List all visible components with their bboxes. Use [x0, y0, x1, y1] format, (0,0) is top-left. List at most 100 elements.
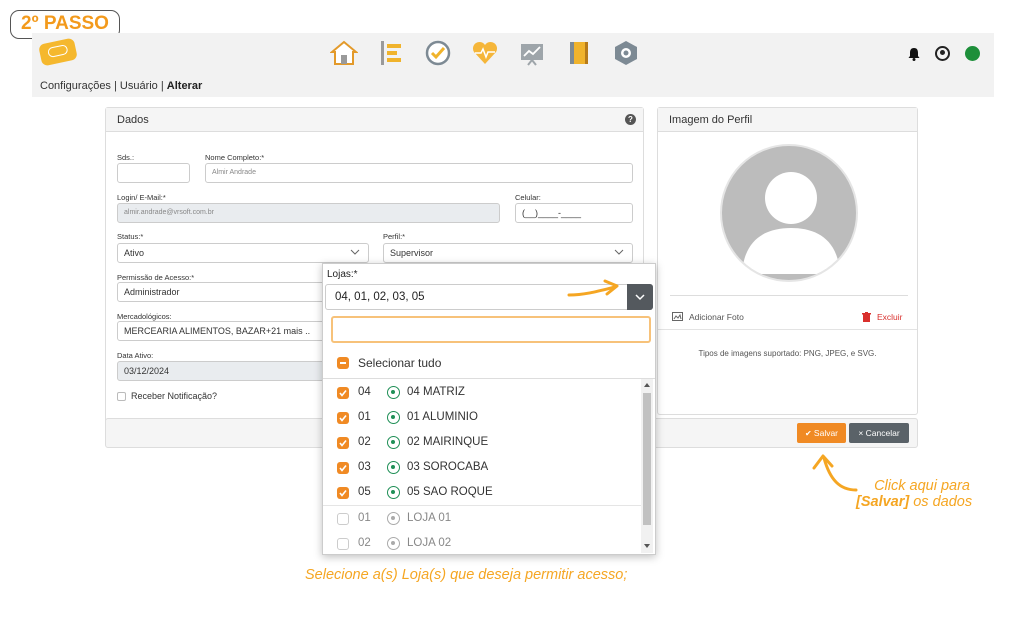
list-icon[interactable]	[377, 39, 405, 67]
save-annotation-bold: [Salvar]	[856, 494, 910, 510]
status-select[interactable]: Ativo	[117, 243, 369, 263]
scroll-down-icon[interactable]	[644, 544, 650, 548]
divider	[658, 329, 917, 330]
add-photo-button[interactable]: Adicionar Foto	[689, 312, 744, 322]
save-label: Salvar	[813, 428, 839, 438]
loja-option[interactable]: 04 04 MATRIZ	[337, 384, 637, 402]
lojas-selected-value: 04, 01, 02, 03, 05	[335, 291, 425, 303]
avatar-placeholder	[720, 144, 858, 282]
annotation-arrow-icon	[567, 279, 619, 297]
close-icon: ×	[858, 428, 866, 438]
online-status-dot	[965, 46, 980, 61]
save-annotation-line2: [Salvar] os dados	[856, 494, 972, 510]
chevron-down-icon	[350, 249, 360, 255]
image-types-hint: Tipos de imagens suportado: PNG, JPEG, e…	[698, 349, 877, 358]
checkbox-unchecked-icon[interactable]	[337, 513, 349, 525]
radio-default-icon[interactable]	[387, 512, 400, 525]
login-label: Login/ E-Mail:*	[117, 193, 166, 202]
divider	[323, 505, 641, 506]
sds-label: Sds.:	[117, 153, 135, 162]
chart-board-icon[interactable]	[518, 39, 546, 67]
cancel-label: Cancelar	[865, 428, 900, 438]
perfil-imagem-title: Imagem do Perfil	[658, 108, 917, 132]
image-add-icon	[672, 312, 683, 321]
radio-default-icon[interactable]	[387, 386, 400, 399]
radio-default-icon[interactable]	[387, 461, 400, 474]
save-button[interactable]: ✔ Salvar	[797, 423, 846, 443]
mercadologicos-label: Mercadológicos:	[117, 312, 172, 321]
celular-field[interactable]: (__)____-____	[515, 203, 633, 223]
loja-option[interactable]: 03 03 SOROCABA	[337, 459, 637, 477]
heart-pulse-icon[interactable]	[471, 39, 499, 67]
lojas-toggle-button[interactable]	[627, 284, 653, 310]
lojas-annotation: Selecione a(s) Loja(s) que deseja permit…	[305, 567, 628, 583]
avatar-icon	[742, 172, 840, 274]
breadcrumb: Configurações | Usuário | Alterar	[40, 80, 202, 92]
checkbox-checked-icon[interactable]	[337, 412, 349, 424]
divider	[670, 295, 908, 296]
loja-option[interactable]: 01 01 ALUMINIO	[337, 409, 637, 427]
help-icon[interactable]: ?	[625, 114, 636, 125]
user-area	[900, 45, 980, 65]
notebook-icon[interactable]	[565, 39, 593, 67]
home-icon[interactable]	[330, 39, 358, 67]
mercadologicos-select[interactable]: MERCEARIA ALIMENTOS, BAZAR+21 mais ..	[117, 321, 327, 341]
hexagon-gear-icon[interactable]	[612, 39, 640, 67]
checkbox-checked-icon[interactable]	[337, 437, 349, 449]
permissao-select[interactable]: Administrador	[117, 282, 327, 302]
sds-field[interactable]	[117, 163, 190, 183]
radio-default-icon[interactable]	[387, 537, 400, 550]
breadcrumb-current: Alterar	[166, 80, 203, 92]
chevron-down-icon	[614, 249, 624, 255]
scroll-thumb[interactable]	[643, 393, 651, 525]
radio-default-icon[interactable]	[387, 411, 400, 424]
radio-default-icon[interactable]	[387, 436, 400, 449]
dropdown-scrollbar[interactable]	[641, 379, 653, 553]
lojas-search-input[interactable]	[331, 316, 651, 343]
checkbox-checked-icon[interactable]	[337, 387, 349, 399]
loja-code: 02	[358, 537, 371, 549]
nome-field[interactable]: Almir Andrade	[205, 163, 633, 183]
loja-name: 04 MATRIZ	[407, 386, 465, 398]
scroll-up-icon[interactable]	[644, 383, 650, 387]
checkbox-checked-icon[interactable]	[337, 487, 349, 499]
chevron-down-icon	[635, 294, 645, 301]
cancel-button[interactable]: × Cancelar	[849, 423, 909, 443]
permissao-label: Permissão de Acesso:*	[117, 273, 195, 282]
perfil-select[interactable]: Supervisor	[383, 243, 633, 263]
status-label: Status:*	[117, 232, 144, 241]
nome-label: Nome Completo:*	[205, 153, 265, 162]
bell-icon[interactable]	[908, 47, 920, 61]
loja-code: 03	[358, 461, 371, 473]
loja-code: 04	[358, 386, 371, 398]
save-annotation-line1: Click aqui para	[874, 478, 970, 494]
user-circle-icon[interactable]	[935, 46, 950, 61]
select-all-label: Selecionar tudo	[358, 356, 442, 370]
delete-photo-button[interactable]: Excluir	[877, 312, 903, 322]
trash-icon[interactable]	[862, 312, 871, 322]
lojas-label: Lojas:*	[327, 269, 358, 280]
loja-name: 02 MAIRINQUE	[407, 436, 489, 448]
save-annotation-rest: os dados	[909, 494, 973, 510]
loja-code: 01	[358, 512, 371, 524]
data-ativo-label: Data Ativo:	[117, 351, 154, 360]
perfil-imagem-card: Imagem do Perfil Adicionar Foto Excluir …	[657, 107, 918, 415]
loja-option[interactable]: 05 05 SAO ROQUE	[337, 484, 637, 502]
dados-title: Dados	[106, 108, 643, 132]
loja-name: LOJA 01	[407, 512, 452, 524]
checkbox-unchecked-icon[interactable]	[337, 538, 349, 550]
loja-option[interactable]: 02 LOJA 02	[337, 535, 637, 553]
radio-default-icon[interactable]	[387, 486, 400, 499]
app-logo[interactable]	[38, 37, 78, 67]
loja-code: 02	[358, 436, 371, 448]
notificacao-checkbox[interactable]	[117, 392, 126, 401]
checkbox-checked-icon[interactable]	[337, 462, 349, 474]
loja-name: 05 SAO ROQUE	[407, 486, 493, 498]
loja-option[interactable]: 01 LOJA 01	[337, 510, 637, 528]
check-circle-icon[interactable]	[424, 39, 452, 67]
annotation-arrow-icon	[812, 454, 858, 492]
notificacao-label: Receber Notificação?	[131, 391, 218, 401]
breadcrumb-path[interactable]: Configurações | Usuário |	[40, 80, 167, 92]
indeterminate-checkbox[interactable]	[337, 357, 349, 369]
loja-option[interactable]: 02 02 MAIRINQUE	[337, 434, 637, 452]
